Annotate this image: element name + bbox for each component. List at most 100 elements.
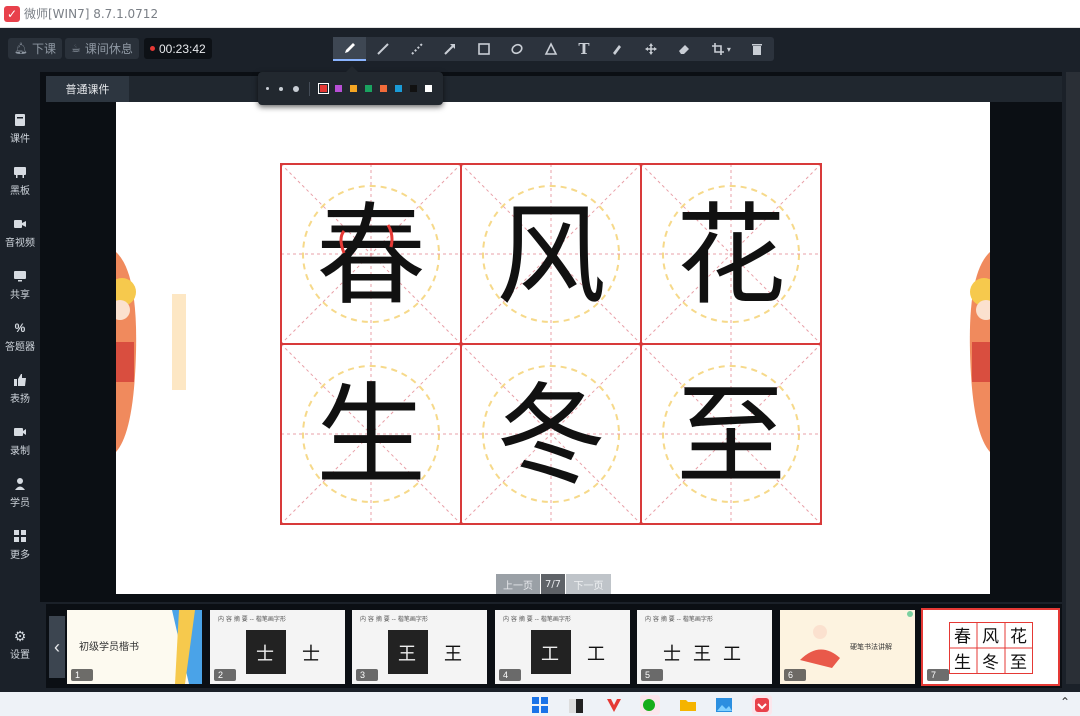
thumbs-up-icon [14, 374, 26, 386]
sidebar-item-blackboard[interactable]: 黑板 [0, 156, 40, 206]
color-swatch[interactable] [335, 85, 342, 92]
dashed-line-icon [410, 43, 423, 55]
grid-cell: 花 [640, 163, 822, 345]
end-class-button[interactable]: 🔔︎ 下课 [8, 38, 62, 59]
sidebar-label: 黑板 [10, 186, 30, 197]
thumb-char: 工 [541, 644, 559, 665]
thumb-char: 春 [954, 627, 971, 647]
color-swatch[interactable] [365, 85, 372, 92]
sidebar-item-praise[interactable]: 表扬 [0, 364, 40, 414]
sidebar-item-settings[interactable]: ⚙ 设置 [0, 620, 40, 670]
thumbnail-slide-5[interactable]: 内 容 摘 要 -- 楷笔画字形 士 王 工 5 [637, 610, 772, 684]
next-page-button[interactable]: 下一页 [566, 574, 611, 594]
highlighter-tool-button[interactable] [601, 37, 634, 61]
crop-tool-button[interactable]: ▾ [701, 37, 740, 61]
thumb-char: 王 [444, 644, 462, 665]
thumb-prev-button[interactable]: ‹ [49, 616, 65, 678]
chevron-up-icon[interactable]: ⌃ [1060, 695, 1070, 709]
thumb-title: 内 容 摘 要 -- 楷笔画字形 [645, 616, 713, 623]
pen-options-popup [258, 66, 443, 105]
pen-size-small[interactable] [266, 87, 269, 90]
sidebar-item-record[interactable]: 录制 [0, 416, 40, 466]
color-swatch[interactable] [350, 85, 357, 92]
sidebar-item-more[interactable]: 更多 [0, 520, 40, 570]
photos-icon[interactable] [714, 695, 734, 715]
weishi-app-icon[interactable] [752, 695, 772, 715]
thumbnail-slide-7[interactable]: 春 风 花 生 冬 至 7 [921, 608, 1060, 686]
thumb-number: 3 [356, 669, 378, 681]
sidebar-item-share[interactable]: 共享 [0, 260, 40, 310]
thumb-char: 至 [1010, 653, 1027, 673]
sidebar-item-students[interactable]: 学员 [0, 468, 40, 518]
pen-size-large[interactable] [293, 85, 299, 92]
app-icon-black[interactable] [566, 695, 586, 715]
color-swatch[interactable] [425, 85, 432, 92]
thumb-number: 1 [71, 669, 93, 681]
ellipse-tool-button[interactable] [500, 37, 533, 61]
bell-icon: 🔔︎ [14, 42, 28, 55]
eraser-tool-button[interactable] [668, 37, 701, 61]
calligraphy-character: 冬 [496, 372, 606, 500]
thumb-number: 5 [641, 669, 663, 681]
delete-tool-button[interactable] [741, 37, 774, 61]
slide-canvas[interactable]: 春风花生冬至 [116, 102, 990, 594]
thumbnail-slide-1[interactable]: 初级学员楷书 1 [67, 610, 202, 684]
calligraphy-character: 春 [316, 192, 426, 320]
app-icon-v[interactable] [604, 695, 624, 715]
record-icon [14, 428, 26, 436]
prev-page-button[interactable]: 上一页 [496, 574, 540, 594]
rectangle-tool-button[interactable] [467, 37, 500, 61]
app-logo-icon: ✓ [4, 5, 20, 22]
thumb-title: 内 容 摘 要 -- 楷笔画字形 [503, 616, 571, 623]
thumb-char: 士 [663, 644, 681, 665]
move-tool-button[interactable] [634, 37, 667, 61]
pen-tool-button[interactable] [333, 37, 367, 61]
line-tool-button[interactable] [366, 37, 399, 61]
thumb-number: 7 [927, 669, 949, 681]
color-swatch[interactable] [410, 85, 417, 92]
rectangle-icon [477, 43, 490, 55]
sidebar-item-quiz[interactable]: % 答题器 [0, 312, 40, 362]
break-button[interactable]: ☕︎ 课间休息 [65, 38, 139, 59]
drawing-tools: T ▾ [333, 37, 774, 61]
thumbnail-slide-6[interactable]: 硬笔书法讲解 6 [780, 610, 915, 684]
page-indicator: 7/7 [541, 574, 565, 594]
thumb-char: 风 [982, 627, 999, 647]
sidebar-item-media[interactable]: 音视频 [0, 208, 40, 258]
thumb-char: 王 [693, 644, 711, 665]
chevron-left-icon: ‹ [54, 636, 60, 657]
folder-icon[interactable] [678, 695, 698, 715]
arrow-tool-button[interactable] [433, 37, 466, 61]
grid-cell: 风 [460, 163, 642, 345]
thumb-title: 硬笔书法讲解 [850, 643, 892, 651]
dashed-line-tool-button[interactable] [400, 37, 433, 61]
pen-size-medium[interactable] [279, 86, 283, 91]
grid-cell: 春 [280, 163, 462, 345]
break-label: 课间休息 [84, 42, 133, 56]
color-swatch[interactable] [318, 83, 329, 94]
thumbnail-slide-3[interactable]: 内 容 摘 要 -- 楷笔画字形 王 王 3 [352, 610, 487, 684]
triangle-tool-button[interactable] [534, 37, 567, 61]
coffee-icon: ☕︎ [71, 42, 81, 55]
thumbnail-slide-4[interactable]: 内 容 摘 要 -- 楷笔画字形 工 工 4 [495, 610, 630, 684]
sidebar-item-courseware[interactable]: 课件 [0, 104, 40, 154]
settings-icon: ⚙ [13, 628, 27, 644]
wechat-icon[interactable] [640, 695, 660, 715]
thumb-char: 工 [723, 644, 741, 665]
arrow-icon [444, 44, 456, 55]
color-swatch[interactable] [380, 85, 387, 92]
text-tool-button[interactable]: T [567, 37, 600, 61]
right-cartoon-decoration [969, 252, 990, 452]
trash-icon [752, 44, 763, 55]
thumb-number: 4 [499, 669, 521, 681]
tab-normal-courseware[interactable]: 普通课件 [46, 76, 129, 102]
thumb-char: 冬 [982, 653, 999, 673]
start-icon[interactable] [530, 695, 550, 715]
move-icon [644, 43, 657, 55]
color-swatches [316, 83, 436, 94]
decorative-bar [172, 294, 186, 390]
eraser-icon [679, 45, 690, 54]
thumb-char: 花 [1010, 627, 1027, 647]
thumbnail-slide-2[interactable]: 内 容 摘 要 -- 楷笔画字形 士 士 2 [210, 610, 345, 684]
color-swatch[interactable] [395, 85, 402, 92]
